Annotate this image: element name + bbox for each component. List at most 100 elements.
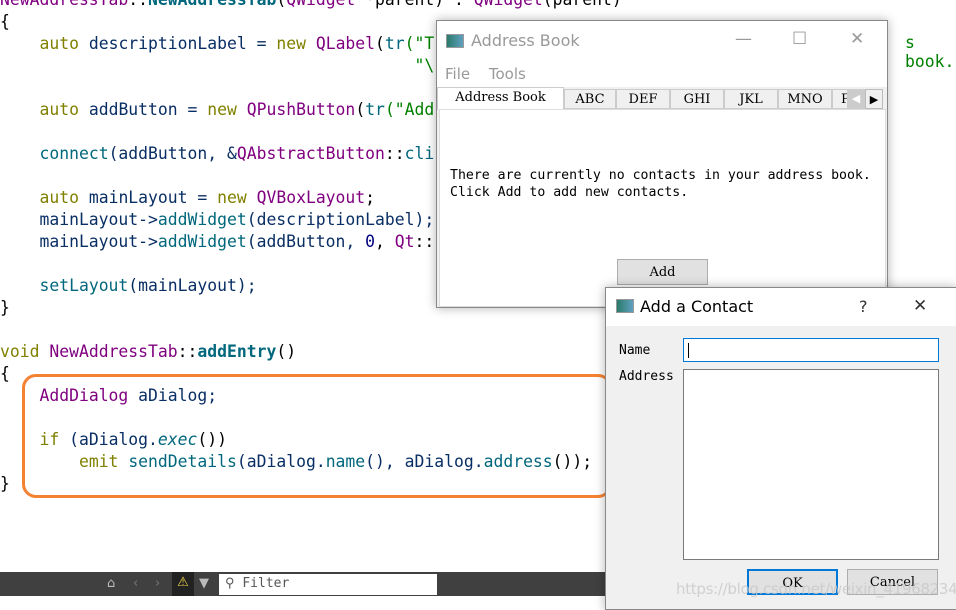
empty-message: There are currently no contacts in your … bbox=[450, 168, 871, 200]
name-input[interactable] bbox=[683, 338, 939, 362]
code-token: { bbox=[0, 12, 10, 31]
code-token: { bbox=[0, 364, 10, 383]
code-token: ( bbox=[276, 0, 286, 9]
filter-input[interactable]: ⚲ Filter bbox=[219, 574, 437, 595]
menu-file[interactable]: File bbox=[445, 65, 470, 83]
code-token: (mainLayout); bbox=[128, 276, 257, 295]
code-token: ( bbox=[355, 100, 366, 119]
code-token: (addButton, & bbox=[108, 144, 237, 163]
tab-mno[interactable]: MNO bbox=[778, 89, 832, 109]
code-token: new bbox=[207, 100, 237, 119]
code-token: cli bbox=[404, 144, 435, 163]
tab-jkl[interactable]: JKL bbox=[724, 89, 778, 109]
dialog-title-bar[interactable]: Add a Contact ? ✕ bbox=[606, 288, 956, 326]
code-token: addWidget bbox=[157, 210, 247, 229]
code-token: QAbstractButton bbox=[236, 144, 385, 163]
address-label: Address bbox=[619, 369, 674, 384]
code-token: *parent) : bbox=[355, 0, 473, 9]
scroll-right-icon[interactable]: ▶ bbox=[865, 89, 883, 109]
help-button[interactable]: ? bbox=[859, 297, 868, 316]
maximize-icon[interactable]: ☐ bbox=[792, 29, 807, 49]
search-icon: ⚲ bbox=[225, 576, 235, 591]
code-token: QPushButton bbox=[246, 100, 356, 119]
tab-pane: There are currently no contacts in your … bbox=[439, 109, 886, 307]
code-token: () bbox=[276, 342, 297, 361]
close-icon[interactable]: ✕ bbox=[913, 296, 927, 316]
code-token: } bbox=[0, 474, 10, 493]
code-token: connect bbox=[39, 144, 109, 163]
menu-tools[interactable]: Tools bbox=[489, 65, 526, 83]
code-token: ("Add bbox=[384, 100, 435, 119]
watermark: https://blog.csdn.net/weixin_41968234 bbox=[676, 580, 956, 598]
close-icon[interactable]: ✕ bbox=[850, 29, 864, 49]
forward-icon[interactable]: › bbox=[155, 576, 160, 591]
code-token: ( bbox=[375, 34, 385, 53]
app-icon bbox=[446, 34, 464, 48]
code-token: :: bbox=[384, 144, 405, 163]
code-token: addWidget bbox=[157, 232, 247, 251]
tab-def[interactable]: DEF bbox=[616, 89, 670, 109]
code-token: QLabel bbox=[315, 34, 376, 53]
window-title: Address Book bbox=[471, 31, 580, 50]
highlight-box bbox=[22, 374, 612, 498]
name-label: Name bbox=[619, 343, 651, 358]
code-token: auto bbox=[39, 34, 79, 53]
code-token: } bbox=[0, 298, 10, 317]
code-token: new bbox=[217, 188, 247, 207]
code-token: QWidget bbox=[286, 0, 355, 9]
code-token: 0 bbox=[365, 232, 375, 251]
code-token: (addButton, bbox=[246, 232, 366, 251]
code-token: NewAddressTab bbox=[0, 0, 128, 9]
code-token: addEntry bbox=[197, 342, 277, 361]
menu-bar: File Tools bbox=[437, 61, 887, 87]
code-token: mainLayout = bbox=[78, 188, 218, 207]
address-book-window: Address Book — ☐ ✕ File Tools Address Bo… bbox=[436, 20, 888, 308]
title-bar[interactable]: Address Book — ☐ ✕ bbox=[437, 21, 887, 61]
code-token: :: bbox=[128, 0, 148, 9]
code-token: , bbox=[375, 232, 395, 251]
code-line: void NewAddressTab::addEntry() bbox=[0, 341, 622, 363]
tab-ghi[interactable]: GHI bbox=[670, 89, 724, 109]
dialog-title: Add a Contact bbox=[640, 297, 754, 316]
address-textarea[interactable] bbox=[683, 369, 939, 560]
scroll-left-icon[interactable]: ◀ bbox=[847, 89, 865, 109]
back-icon[interactable]: ‹ bbox=[133, 576, 138, 591]
code-token: QWidget bbox=[474, 0, 543, 9]
code-token: NewAddressTab bbox=[148, 0, 276, 9]
code-token: (parent) bbox=[543, 0, 622, 9]
warning-icon[interactable]: ⚠ bbox=[172, 572, 194, 596]
code-token: NewAddressTab bbox=[49, 342, 178, 361]
minimize-icon[interactable]: — bbox=[735, 29, 752, 49]
code-token: ; bbox=[365, 188, 376, 207]
code-token: new bbox=[276, 34, 306, 53]
tab-address-book[interactable]: Address Book bbox=[437, 87, 564, 110]
code-token: Qt bbox=[394, 232, 415, 251]
code-token: setLayout bbox=[39, 276, 129, 295]
code-token: QVBoxLayout bbox=[256, 188, 366, 207]
code-token: ("T bbox=[404, 34, 435, 53]
filter-placeholder: Filter bbox=[242, 576, 290, 591]
code-token: auto bbox=[39, 100, 79, 119]
filter-icon[interactable]: ▼ bbox=[199, 576, 209, 591]
text-cursor bbox=[688, 343, 689, 358]
code-token: :: bbox=[177, 342, 198, 361]
code-token: void bbox=[0, 342, 40, 361]
add-contact-dialog: Add a Contact ? ✕ Name Address OK Cancel bbox=[605, 287, 956, 610]
code-token: descriptionLabel = bbox=[78, 34, 277, 53]
tab-abc[interactable]: ABC bbox=[564, 89, 616, 109]
code-token: tr bbox=[365, 100, 385, 119]
code-token: tr bbox=[384, 34, 405, 53]
add-button[interactable]: Add bbox=[617, 259, 708, 285]
clear-icon[interactable]: ⌂ bbox=[107, 576, 115, 591]
code-token: (descriptionLabel); bbox=[246, 210, 435, 229]
code-token: "\ bbox=[0, 56, 435, 75]
